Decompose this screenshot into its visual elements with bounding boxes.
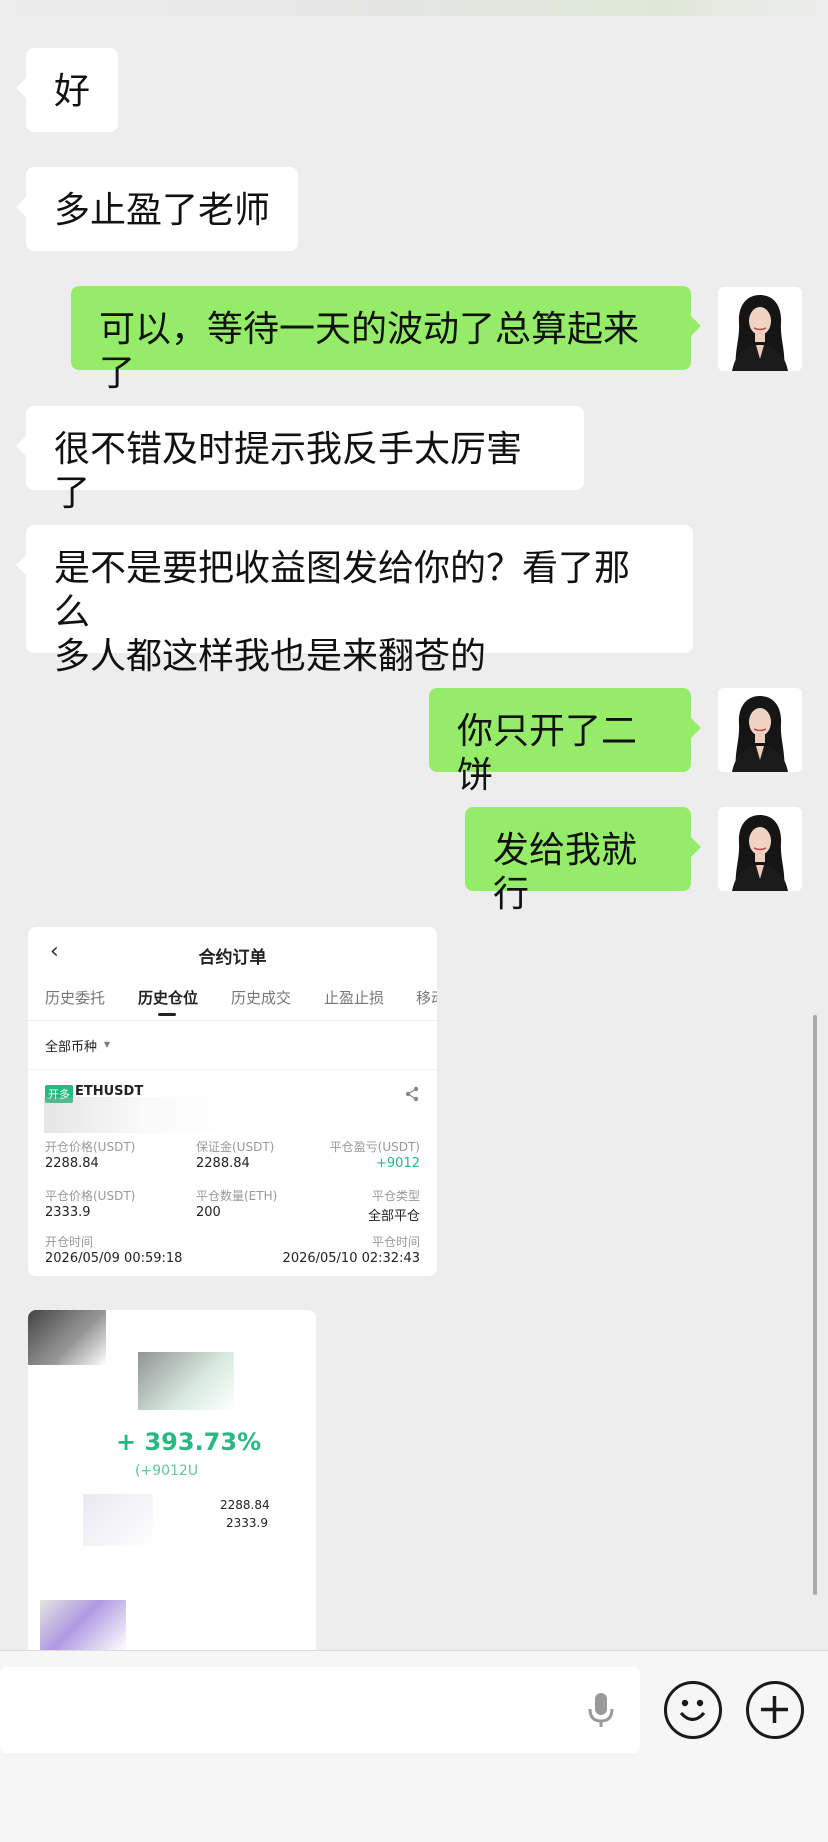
message-text-line: 是不是要把收益图发给你的？看了那么 [54, 548, 631, 633]
avatar[interactable] [718, 688, 802, 772]
close-time-label: 平仓时间 [371, 1235, 420, 1249]
open-price: 2288.84 [45, 1156, 99, 1171]
divider [28, 1020, 437, 1021]
avatar-image [718, 287, 802, 371]
emoji-button[interactable] [664, 1681, 722, 1739]
message-bubble-incoming[interactable]: 是不是要把收益图发给你的？看了那么 多人都这样我也是来翻苍的 [16, 525, 693, 677]
blur-mask [138, 1352, 234, 1410]
voice-icon[interactable] [586, 1691, 616, 1731]
message-input[interactable] [0, 1667, 640, 1753]
close-qty: 200 [196, 1205, 221, 1220]
message-bubble-incoming[interactable]: 很不错及时提示我反手太厉害了 [16, 406, 584, 514]
close-type-label: 平仓类型 [371, 1189, 420, 1203]
profit-screenshot-card[interactable]: + 393.73% (+9012U 2288.84 2333.9 [28, 1310, 316, 1650]
chat-area: 好 多止盈了老师 可以，等待一天的波动了总算起来了 很不错及时提示我反手太厉害了… [0, 0, 828, 1650]
scrollbar[interactable] [813, 1015, 817, 1595]
close-price: 2333.9 [45, 1205, 91, 1220]
message-bubble-incoming[interactable]: 多止盈了老师 [15, 167, 299, 251]
message-bubble-incoming[interactable]: 好 [15, 48, 119, 132]
message-text: 好 [54, 71, 91, 112]
message-text: 很不错及时提示我反手太厉害了 [54, 429, 523, 514]
price-1: 2288.84 [220, 1498, 270, 1512]
plus-button[interactable] [746, 1681, 804, 1739]
open-time: 2026/05/09 00:59:18 [45, 1251, 183, 1266]
order-title: 合约订单 [198, 948, 267, 968]
active-tab-indicator [158, 1013, 176, 1016]
blur-mask [83, 1494, 153, 1546]
avatar-image [718, 807, 802, 891]
message-text-line: 多人都这样我也是来翻苍的 [54, 636, 487, 677]
close-price-label: 平仓价格(USDT) [45, 1189, 136, 1203]
message-bubble-outgoing[interactable]: 你只开了二饼 [429, 688, 701, 796]
share-icon [405, 1086, 419, 1102]
plus-icon [761, 1696, 788, 1723]
profit-amount: (+9012U [135, 1463, 199, 1479]
blur-mask [44, 1097, 244, 1133]
message-bubble-outgoing[interactable]: 可以，等待一天的波动了总算起来了 [71, 286, 701, 394]
message-text: 可以，等待一天的波动了总算起来了 [99, 309, 640, 394]
avatar[interactable] [718, 807, 802, 891]
avatar[interactable] [718, 287, 802, 371]
margin-label: 保证金(USDT) [196, 1140, 275, 1154]
emoji-icon [679, 1699, 706, 1722]
caret-down-icon: ▾ [104, 1037, 111, 1051]
tab-trailing: 移动 [416, 989, 437, 1007]
tab-history-positions: 历史仓位 [138, 989, 199, 1007]
tab-history-orders: 历史委托 [45, 989, 106, 1007]
close-qty-label: 平仓数量(ETH) [196, 1189, 278, 1203]
input-bar [0, 1650, 828, 1842]
pnl-label: 平仓盈亏(USDT) [329, 1140, 420, 1154]
divider [28, 1069, 437, 1070]
message-bubble-outgoing[interactable]: 发给我就行 [465, 807, 701, 915]
avatar-image [718, 688, 802, 772]
close-type: 全部平仓 [367, 1209, 420, 1224]
message-text: 你只开了二饼 [457, 711, 638, 796]
blur-mask [40, 1600, 126, 1650]
open-price-label: 开仓价格(USDT) [45, 1140, 136, 1154]
message-text: 发给我就行 [493, 830, 638, 915]
margin-value: 2288.84 [196, 1156, 250, 1171]
close-time: 2026/05/10 02:32:43 [282, 1251, 420, 1266]
price-2: 2333.9 [226, 1516, 268, 1530]
top-edge [0, 0, 828, 16]
profit-percent: + 393.73% [116, 1428, 262, 1456]
blur-mask [28, 1310, 106, 1365]
coin-filter: 全部币种 [45, 1040, 98, 1055]
tab-history-trades: 历史成交 [231, 989, 292, 1007]
tab-tp-sl: 止盈止损 [324, 989, 385, 1007]
order-screenshot-card[interactable]: ‹ 合约订单 历史委托 历史仓位 历史成交 止盈止损 移动 全部币种 ▾ 开多 … [28, 927, 437, 1276]
open-time-label: 开仓时间 [45, 1235, 94, 1249]
message-text: 多止盈了老师 [54, 190, 271, 231]
pnl-value: +9012 [376, 1156, 420, 1171]
